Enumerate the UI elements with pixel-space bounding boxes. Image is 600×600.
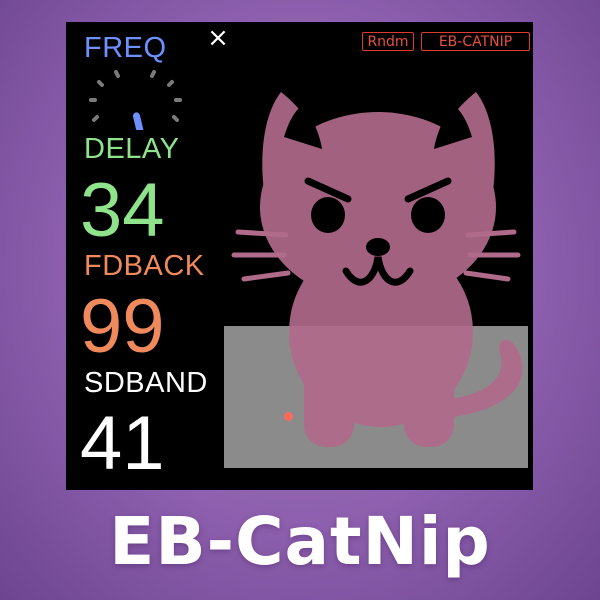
knob-tick bbox=[114, 70, 120, 78]
delay-value[interactable]: 34 bbox=[80, 172, 165, 250]
knob-tick bbox=[167, 80, 174, 87]
delay-label: DELAY bbox=[84, 133, 180, 165]
sideband-value[interactable]: 41 bbox=[80, 405, 165, 483]
knob-tick bbox=[97, 80, 104, 87]
random-button[interactable]: Rndm bbox=[362, 32, 414, 51]
knob-tick bbox=[150, 70, 156, 78]
feedback-label: FDBACK bbox=[84, 250, 205, 282]
feedback-value[interactable]: 99 bbox=[80, 288, 165, 366]
product-title: EB-CatNip bbox=[109, 503, 491, 580]
xy-pad-handle[interactable] bbox=[284, 412, 293, 421]
freq-label: FREQ bbox=[84, 32, 167, 64]
freq-knob[interactable] bbox=[88, 68, 184, 130]
knob-tick bbox=[172, 115, 179, 122]
close-button[interactable]: × bbox=[205, 24, 231, 52]
sideband-label: SDBAND bbox=[84, 367, 208, 399]
plugin-screen: × Rndm EB-CATNIP FREQ DELAY 34 FDBACK 99… bbox=[66, 22, 533, 490]
knob-pointer bbox=[132, 112, 144, 130]
close-icon: × bbox=[207, 23, 229, 53]
preset-button[interactable]: EB-CATNIP bbox=[421, 32, 530, 51]
xy-pad[interactable] bbox=[224, 326, 528, 468]
knob-tick bbox=[92, 115, 99, 122]
